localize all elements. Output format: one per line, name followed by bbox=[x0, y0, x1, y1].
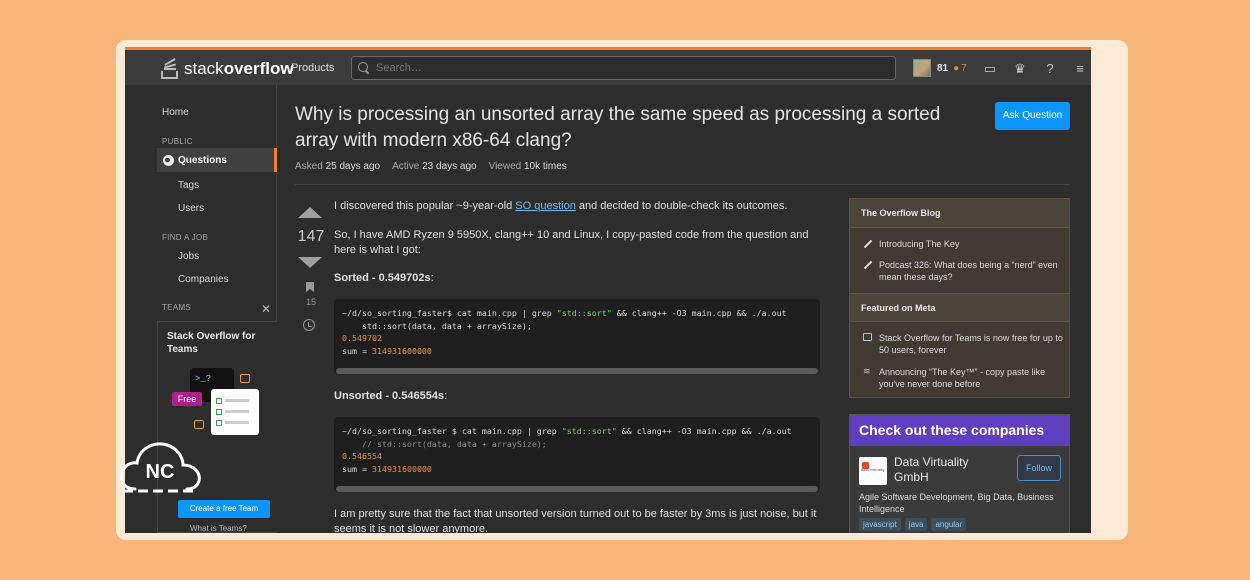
asked-meta: Asked 25 days ago bbox=[295, 161, 381, 172]
code-block-sorted[interactable]: ~/d/so_sorting_faster$ cat main.cpp | gr… bbox=[334, 299, 820, 374]
sidebar-item-tags[interactable]: Tags bbox=[178, 180, 199, 191]
unsorted-heading: Unsorted - 0.546554s: bbox=[334, 390, 448, 402]
free-badge: Free bbox=[172, 392, 202, 406]
sidebar-item-questions[interactable]: Questions bbox=[157, 148, 277, 172]
overflow-blog-widget: The Overflow Blog Introducing The Key Po… bbox=[849, 198, 1070, 398]
pencil-icon bbox=[863, 260, 872, 269]
blog-item[interactable]: Introducing The Key bbox=[863, 238, 1063, 250]
stackoverflow-logo[interactable]: stack overflow bbox=[161, 58, 294, 80]
tag-java[interactable]: java bbox=[904, 518, 928, 531]
companies-widget: Check out these companies data virtualit… bbox=[849, 414, 1070, 533]
post-paragraph-1: I discovered this popular ~9-year-old SO… bbox=[334, 200, 788, 212]
company-name[interactable]: Data Virtuality GmbH bbox=[894, 455, 994, 485]
close-icon[interactable]: ✕ bbox=[261, 302, 271, 316]
logo-word-stack: stack bbox=[184, 59, 224, 78]
meta-item[interactable]: Stack Overflow for Teams is now free for… bbox=[863, 332, 1063, 356]
companies-heading: Check out these companies bbox=[850, 415, 1069, 446]
code-block-unsorted[interactable]: ~/d/so_sorting_faster $ cat main.cpp | g… bbox=[334, 417, 820, 492]
question-meta: Asked 25 days ago Active 23 days ago Vie… bbox=[295, 161, 567, 172]
sidebar-item-home[interactable]: Home bbox=[162, 107, 189, 118]
chat-bubble-icon bbox=[240, 374, 250, 383]
help-icon[interactable]: ? bbox=[1041, 60, 1059, 78]
search-input[interactable] bbox=[376, 62, 876, 74]
viewed-meta: Viewed 10k times bbox=[488, 161, 567, 172]
company-tags: javascript java angular bbox=[859, 518, 967, 531]
inbox-icon[interactable]: ▭ bbox=[981, 60, 999, 78]
post-paragraph-2: So, I have AMD Ryzen 9 5950X, clang++ 10… bbox=[334, 229, 809, 256]
sidebar-item-users[interactable]: Users bbox=[178, 203, 204, 214]
stackoverflow-icon: ≋ bbox=[863, 366, 871, 376]
trophy-icon[interactable]: ♛ bbox=[1011, 60, 1029, 78]
company-logo[interactable]: data virtuality bbox=[859, 457, 887, 485]
bookmark-icon[interactable] bbox=[306, 282, 314, 292]
meta-item[interactable]: ≋ Announcing “The Key™” - copy paste like… bbox=[863, 366, 1063, 390]
history-icon[interactable] bbox=[303, 319, 315, 331]
products-menu[interactable]: Products bbox=[291, 62, 334, 74]
pencil-icon bbox=[863, 239, 872, 248]
sorted-heading: Sorted - 0.549702s: bbox=[334, 272, 434, 284]
ask-question-button[interactable]: Ask Question bbox=[995, 102, 1070, 130]
logo-word-overflow: overflow bbox=[223, 59, 294, 78]
divider bbox=[295, 184, 1070, 185]
watermark-text: NC bbox=[146, 461, 175, 483]
search-box[interactable] bbox=[351, 56, 896, 80]
active-meta: Active 23 days ago bbox=[392, 161, 477, 172]
globe-icon bbox=[163, 154, 174, 166]
horizontal-scrollbar[interactable] bbox=[334, 486, 820, 492]
vote-count: 147 bbox=[297, 228, 325, 245]
follow-button[interactable]: Follow bbox=[1017, 455, 1061, 481]
avatar[interactable] bbox=[913, 59, 931, 77]
bronze-badge-count: 7 bbox=[961, 62, 967, 74]
nc-cloud-watermark: NC bbox=[120, 442, 201, 493]
bookmark-count: 15 bbox=[305, 297, 316, 307]
horizontal-scrollbar[interactable] bbox=[334, 368, 820, 374]
site-switcher-icon[interactable]: ≡ bbox=[1071, 60, 1089, 78]
chat-icon bbox=[863, 333, 872, 341]
post-paragraph-3: I am pretty sure that the fact that unso… bbox=[334, 508, 817, 533]
search-icon bbox=[358, 62, 370, 74]
user-profile[interactable]: 81 ● 7 bbox=[913, 59, 967, 77]
sidebar-heading-teams: TEAMS bbox=[162, 303, 192, 312]
sidebar-item-companies[interactable]: Companies bbox=[178, 274, 229, 285]
top-bar: stackoverflow Products 81 ● 7 ▭ ♛ ? ≡ bbox=[125, 47, 1091, 85]
blog-heading: The Overflow Blog bbox=[850, 199, 1069, 228]
what-is-teams-link[interactable]: What is Teams? bbox=[190, 524, 247, 533]
teams-promo-title: Stack Overflow for Teams bbox=[167, 331, 256, 355]
checklist-illustration bbox=[211, 389, 259, 435]
stack-logo-icon bbox=[161, 58, 181, 80]
sidebar-item-questions-label: Questions bbox=[178, 154, 227, 166]
create-team-button[interactable]: Create a free Team bbox=[178, 500, 270, 518]
bronze-badge-icon: ● bbox=[953, 62, 960, 74]
reputation-count: 81 bbox=[937, 62, 949, 74]
company-description: Agile Software Development, Big Data, Bu… bbox=[859, 492, 1054, 514]
browser-window: stackoverflow Products 81 ● 7 ▭ ♛ ? ≡ Ho… bbox=[125, 47, 1091, 533]
tag-angular[interactable]: angular bbox=[931, 518, 967, 531]
so-question-link[interactable]: SO question bbox=[515, 200, 576, 212]
sidebar-item-jobs[interactable]: Jobs bbox=[178, 251, 199, 262]
question-title[interactable]: Why is processing an unsorted array the … bbox=[295, 102, 980, 154]
sidebar-heading-find-job: FIND A JOB bbox=[162, 233, 209, 242]
sidebar-heading-public: PUBLIC bbox=[162, 137, 193, 146]
upvote-arrow-icon[interactable] bbox=[298, 207, 322, 218]
tag-javascript[interactable]: javascript bbox=[859, 518, 901, 531]
top-icons: ▭ ♛ ? ≡ bbox=[981, 60, 1089, 78]
downvote-arrow-icon[interactable] bbox=[298, 257, 322, 268]
featured-meta-heading: Featured on Meta bbox=[850, 293, 1069, 322]
blog-item[interactable]: Podcast 326: What does being a “nerd” ev… bbox=[863, 259, 1063, 283]
